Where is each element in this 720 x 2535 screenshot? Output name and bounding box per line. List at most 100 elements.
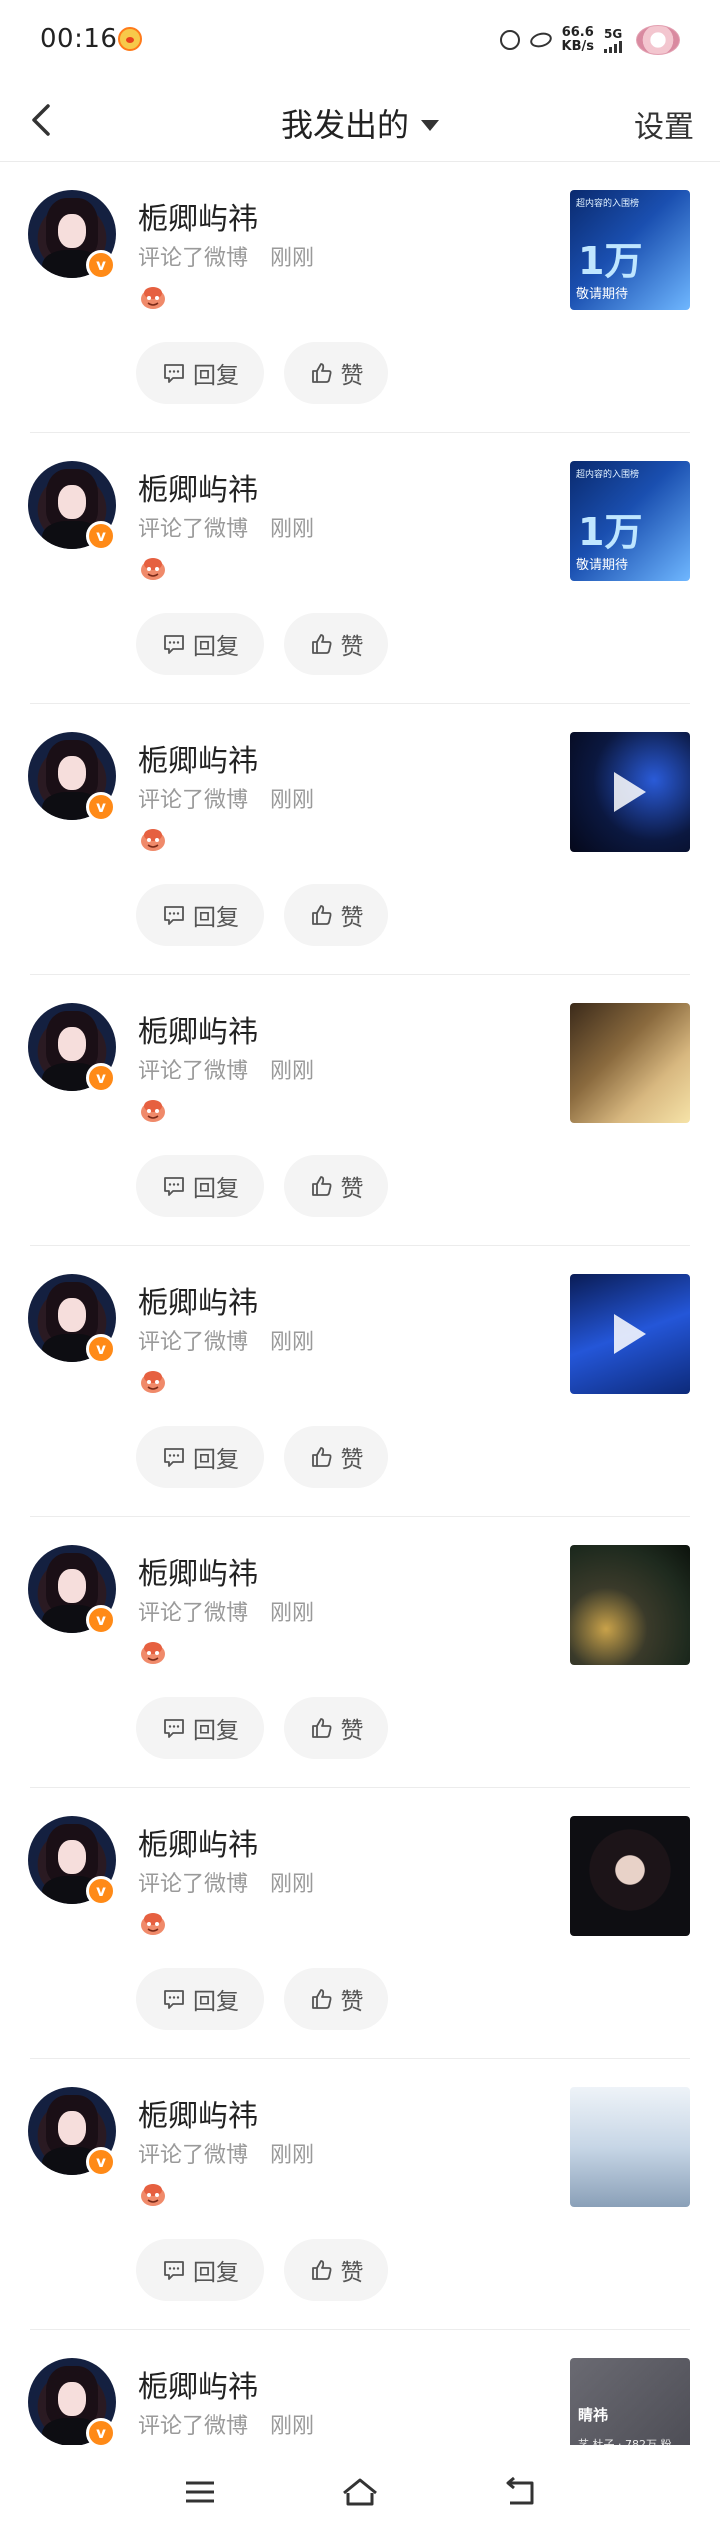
feed-item[interactable]: v 栀卿屿祎 评论了微博刚刚 回复 (0, 2059, 720, 2330)
emoji-icon (141, 1100, 165, 1122)
timestamp: 刚刚 (270, 246, 315, 271)
feed-item[interactable]: v 栀卿屿祎 评论了微博刚刚 回复 (0, 1517, 720, 1788)
action-text: 评论了微博 (138, 2143, 249, 2168)
user-name[interactable]: 栀卿屿祎 (138, 2091, 258, 2135)
weibo-thumbnail[interactable] (570, 1003, 690, 1123)
user-name[interactable]: 栀卿屿祎 (138, 2362, 258, 2406)
feed-item[interactable]: v 栀卿屿祎 评论了微博刚刚 回复 (0, 704, 720, 975)
thumbs-up-icon (311, 1989, 331, 2009)
comment-icon (164, 1719, 184, 1738)
feed-item[interactable]: v 栀卿屿祎 评论了微博刚刚 回复 (0, 162, 720, 433)
weibo-thumbnail[interactable] (570, 2087, 690, 2207)
user-name[interactable]: 栀卿屿祎 (138, 465, 258, 509)
feed-item[interactable]: v 栀卿屿祎 评论了微博刚刚 回复 (0, 433, 720, 704)
reply-label: 回复 (193, 2260, 239, 2286)
reply-label: 回复 (193, 905, 239, 931)
item-meta: 评论了微博 刚刚 (138, 240, 314, 272)
user-name[interactable]: 栀卿屿祎 (138, 1007, 258, 1051)
timestamp: 刚刚 (270, 1601, 315, 1626)
thumb-bottom-text: 敬请期待 (576, 287, 629, 302)
back-icon (506, 2476, 534, 2505)
verified-badge-icon: v (86, 1605, 116, 1635)
weibo-thumbnail[interactable] (570, 1816, 690, 1936)
emoji-icon (141, 287, 165, 309)
reply-label: 回复 (193, 1447, 239, 1473)
action-text: 评论了微博 (138, 1330, 249, 1355)
top-nav-bar: 我发出的 设置 (0, 80, 720, 162)
reply-button[interactable]: 回复 (136, 2239, 264, 2301)
user-name[interactable]: 栀卿屿祎 (138, 1549, 258, 1593)
weibo-thumbnail[interactable]: 睛祎艺 杜子 · 782万 粉 (570, 2358, 690, 2445)
caret-down-icon (421, 119, 439, 131)
reply-button[interactable]: 回复 (136, 1968, 264, 2030)
network-speed-unit: KB/s (561, 39, 594, 54)
weibo-thumbnail[interactable] (570, 1274, 690, 1394)
action-text: 评论了微博 (138, 1059, 249, 1084)
like-button[interactable]: 赞 (284, 1968, 388, 2030)
verified-badge-icon: v (86, 792, 116, 822)
action-text: 评论了微博 (138, 1601, 249, 1626)
reply-button[interactable]: 回复 (136, 613, 264, 675)
weibo-thumbnail[interactable]: 超内容的入围榜 1万 敬请期待 (570, 461, 690, 581)
like-button[interactable]: 赞 (284, 613, 388, 675)
timestamp: 刚刚 (270, 2414, 315, 2439)
reply-button[interactable]: 回复 (136, 342, 264, 404)
emoji-icon (141, 1371, 165, 1393)
like-button[interactable]: 赞 (284, 2239, 388, 2301)
user-name[interactable]: 栀卿屿祎 (138, 194, 258, 238)
status-time: 00:16 (40, 24, 118, 54)
sys-back-button[interactable] (498, 2475, 542, 2509)
user-name[interactable]: 栀卿屿祎 (138, 1278, 258, 1322)
network-speed: 66.6 KB/s (562, 26, 594, 54)
page-title: 我发出的 (280, 106, 409, 144)
thumbs-up-icon (311, 905, 331, 925)
feed-item[interactable]: v 栀卿屿祎 评论了微博刚刚 回复 (0, 1246, 720, 1517)
thumb-big-text: 1万 (578, 239, 643, 283)
verified-badge-icon: v (86, 1876, 116, 1906)
like-button[interactable]: 赞 (284, 342, 388, 404)
reply-button[interactable]: 回复 (136, 884, 264, 946)
emoji-icon (141, 2184, 165, 2206)
feed-item[interactable]: v 栀卿屿祎 评论了微博刚刚 回复 (0, 2330, 720, 2445)
user-name[interactable]: 栀卿屿祎 (138, 1820, 258, 1864)
item-meta: 评论了微博 刚刚 (138, 2408, 314, 2440)
network-type: 5G (604, 26, 623, 41)
emoji-icon (141, 829, 165, 851)
weibo-thumbnail[interactable]: 超内容的入围榜 1万 敬请期待 (570, 190, 690, 310)
timestamp: 刚刚 (270, 2143, 315, 2168)
emoji-icon (141, 558, 165, 580)
like-button[interactable]: 赞 (284, 1155, 388, 1217)
user-name[interactable]: 栀卿屿祎 (138, 736, 258, 780)
item-meta: 评论了微博 刚刚 (138, 782, 314, 814)
like-button[interactable]: 赞 (284, 1697, 388, 1759)
reply-label: 回复 (193, 1718, 239, 1744)
action-text: 评论了微博 (138, 788, 249, 813)
item-meta: 评论了微博 刚刚 (138, 1595, 314, 1627)
comment-icon (164, 2261, 184, 2280)
comment-icon (164, 635, 184, 654)
item-actions: 回复 赞 (136, 1697, 388, 1759)
reply-button[interactable]: 回复 (136, 1155, 264, 1217)
like-label: 赞 (340, 905, 364, 931)
like-button[interactable]: 赞 (284, 1426, 388, 1488)
play-icon (614, 1314, 646, 1354)
reply-button[interactable]: 回复 (136, 1697, 264, 1759)
feed-item[interactable]: v 栀卿屿祎 评论了微博刚刚 回复 (0, 1788, 720, 2059)
thumbs-up-icon (311, 634, 331, 654)
status-bar: 00:16 66.6 KB/s 5G (0, 0, 720, 80)
title-dropdown[interactable]: 我发出的 (0, 100, 720, 146)
sys-home-button[interactable] (338, 2475, 382, 2509)
like-button[interactable]: 赞 (284, 884, 388, 946)
settings-button[interactable]: 设置 (634, 102, 694, 146)
weibo-thumbnail[interactable] (570, 1545, 690, 1665)
weibo-thumbnail[interactable] (570, 732, 690, 852)
feed-item[interactable]: v 栀卿屿祎 评论了微博刚刚 回复 (0, 975, 720, 1246)
thumbs-up-icon (311, 1447, 331, 1467)
emoji-icon (141, 1913, 165, 1935)
comment-icon (164, 364, 184, 383)
item-actions: 回复 赞 (136, 342, 388, 404)
item-actions: 回复 赞 (136, 1155, 388, 1217)
timestamp: 刚刚 (270, 517, 315, 542)
sys-menu-button[interactable] (178, 2475, 222, 2509)
reply-button[interactable]: 回复 (136, 1426, 264, 1488)
